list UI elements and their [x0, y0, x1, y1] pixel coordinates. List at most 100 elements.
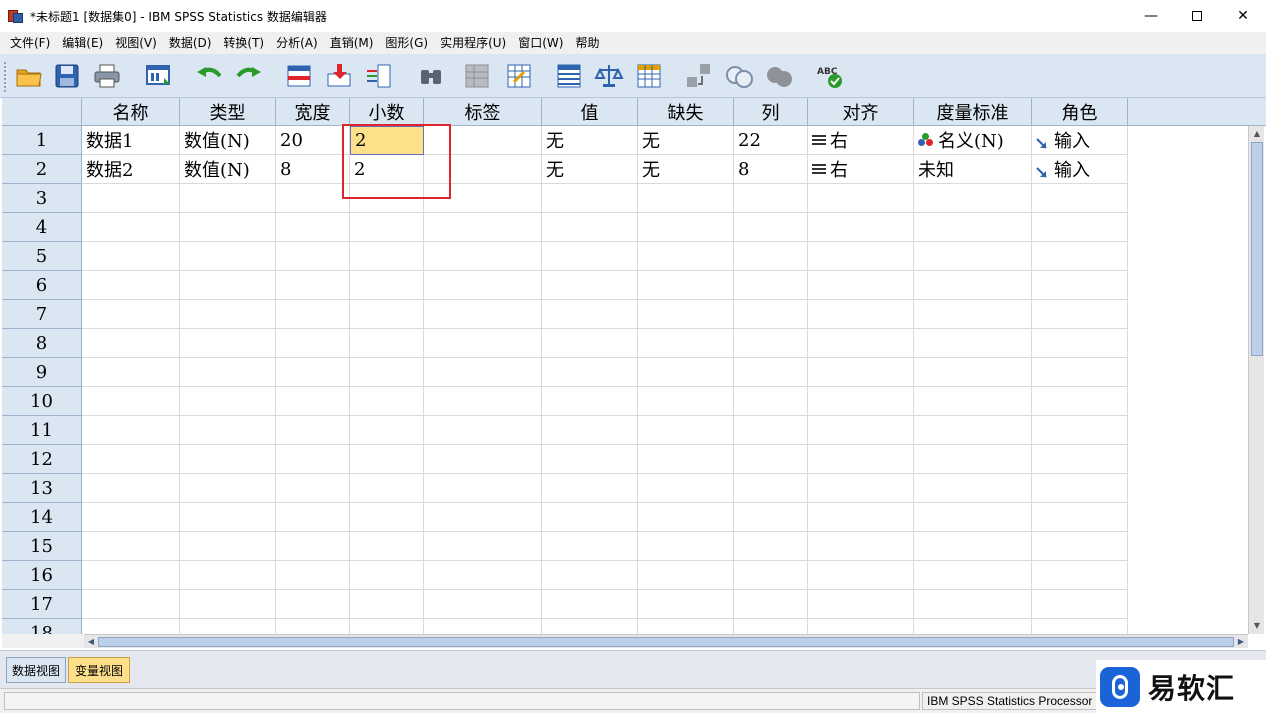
vertical-scroll-thumb[interactable]: [1251, 142, 1263, 356]
menu-edit[interactable]: 编辑(E): [56, 32, 109, 54]
cell-type[interactable]: [180, 474, 276, 503]
cell-decimals[interactable]: [350, 445, 424, 474]
cell-columns[interactable]: [734, 416, 808, 445]
cell-align[interactable]: [808, 300, 914, 329]
cell-align[interactable]: 右: [808, 155, 914, 184]
cell-measure[interactable]: [914, 213, 1032, 242]
cell-missing[interactable]: [638, 358, 734, 387]
menu-utilities[interactable]: 实用程序(U): [434, 32, 512, 54]
scroll-left-icon[interactable]: ◀: [85, 636, 97, 648]
cell-type[interactable]: [180, 300, 276, 329]
cell-type[interactable]: [180, 561, 276, 590]
cell-measure[interactable]: [914, 532, 1032, 561]
row-header[interactable]: 6: [2, 271, 82, 300]
cell-label[interactable]: [424, 387, 542, 416]
menu-help[interactable]: 帮助: [569, 32, 605, 54]
cell-role[interactable]: [1032, 445, 1128, 474]
cell-values[interactable]: [542, 300, 638, 329]
cell-measure[interactable]: [914, 474, 1032, 503]
cell-columns[interactable]: [734, 474, 808, 503]
column-header-columns[interactable]: 列: [734, 98, 808, 126]
menu-file[interactable]: 文件(F): [4, 32, 56, 54]
menu-graphs[interactable]: 图形(G): [379, 32, 434, 54]
cell-measure[interactable]: [914, 387, 1032, 416]
cell-role[interactable]: 输入: [1032, 126, 1128, 155]
cell-columns[interactable]: [734, 358, 808, 387]
cell-align[interactable]: [808, 242, 914, 271]
cell-label[interactable]: [424, 213, 542, 242]
cell-name[interactable]: 数据1: [82, 126, 180, 155]
scroll-down-icon[interactable]: ▼: [1252, 621, 1262, 631]
cell-name[interactable]: [82, 358, 180, 387]
cell-type[interactable]: [180, 590, 276, 619]
row-header[interactable]: 12: [2, 445, 82, 474]
cell-values[interactable]: 无: [542, 126, 638, 155]
row-header[interactable]: 11: [2, 416, 82, 445]
cell-decimals[interactable]: 2: [350, 155, 424, 184]
cell-align[interactable]: [808, 213, 914, 242]
cell-measure[interactable]: [914, 300, 1032, 329]
cell-role[interactable]: [1032, 590, 1128, 619]
cell-name[interactable]: [82, 619, 180, 634]
column-header-width[interactable]: 宽度: [276, 98, 350, 126]
cell-label[interactable]: [424, 242, 542, 271]
menu-transform[interactable]: 转换(T): [217, 32, 270, 54]
cell-missing[interactable]: [638, 619, 734, 634]
cell-measure[interactable]: [914, 184, 1032, 213]
column-header-missing[interactable]: 缺失: [638, 98, 734, 126]
cell-missing[interactable]: [638, 213, 734, 242]
cell-name[interactable]: [82, 503, 180, 532]
cell-name[interactable]: [82, 300, 180, 329]
row-header[interactable]: 10: [2, 387, 82, 416]
cell-align[interactable]: [808, 271, 914, 300]
column-header-decimals[interactable]: 小数: [350, 98, 424, 126]
cell-values[interactable]: 无: [542, 155, 638, 184]
cell-values[interactable]: [542, 271, 638, 300]
cell-measure[interactable]: 未知: [914, 155, 1032, 184]
cell-decimals[interactable]: [350, 387, 424, 416]
column-header-type[interactable]: 类型: [180, 98, 276, 126]
cell-columns[interactable]: [734, 387, 808, 416]
cell-width[interactable]: [276, 445, 350, 474]
cell-role[interactable]: [1032, 242, 1128, 271]
cell-align[interactable]: [808, 532, 914, 561]
cell-role[interactable]: [1032, 532, 1128, 561]
tab-data-view[interactable]: 数据视图: [6, 657, 66, 683]
cell-label[interactable]: [424, 416, 542, 445]
cell-measure[interactable]: [914, 358, 1032, 387]
cell-width[interactable]: [276, 271, 350, 300]
cell-align[interactable]: [808, 358, 914, 387]
cell-width[interactable]: 20: [276, 126, 350, 155]
cell-missing[interactable]: [638, 445, 734, 474]
cell-label[interactable]: [424, 445, 542, 474]
cell-measure[interactable]: 名义(N): [914, 126, 1032, 155]
scroll-right-icon[interactable]: ▶: [1235, 636, 1247, 648]
menu-analyze[interactable]: 分析(A): [270, 32, 324, 54]
spell-check-button[interactable]: ABC: [812, 60, 846, 92]
cell-decimals[interactable]: [350, 503, 424, 532]
row-header[interactable]: 3: [2, 184, 82, 213]
cell-label[interactable]: [424, 329, 542, 358]
column-header-measure[interactable]: 度量标准: [914, 98, 1032, 126]
cell-values[interactable]: [542, 387, 638, 416]
cell-type[interactable]: [180, 416, 276, 445]
cell-name[interactable]: [82, 387, 180, 416]
cell-width[interactable]: [276, 532, 350, 561]
undo-button[interactable]: [192, 60, 226, 92]
cell-values[interactable]: [542, 474, 638, 503]
cell-label[interactable]: [424, 590, 542, 619]
cell-columns[interactable]: [734, 329, 808, 358]
cell-width[interactable]: [276, 387, 350, 416]
cell-columns[interactable]: [734, 532, 808, 561]
weight-cases-button[interactable]: [592, 60, 626, 92]
cell-role[interactable]: [1032, 416, 1128, 445]
cell-decimals[interactable]: [350, 213, 424, 242]
close-button[interactable]: ✕: [1220, 0, 1266, 32]
horizontal-scrollbar[interactable]: ◀ ▶: [84, 634, 1248, 648]
cell-decimals[interactable]: [350, 271, 424, 300]
cell-role[interactable]: [1032, 503, 1128, 532]
cell-values[interactable]: [542, 561, 638, 590]
column-header-align[interactable]: 对齐: [808, 98, 914, 126]
row-header[interactable]: 18: [2, 619, 82, 634]
cell-values[interactable]: [542, 619, 638, 634]
